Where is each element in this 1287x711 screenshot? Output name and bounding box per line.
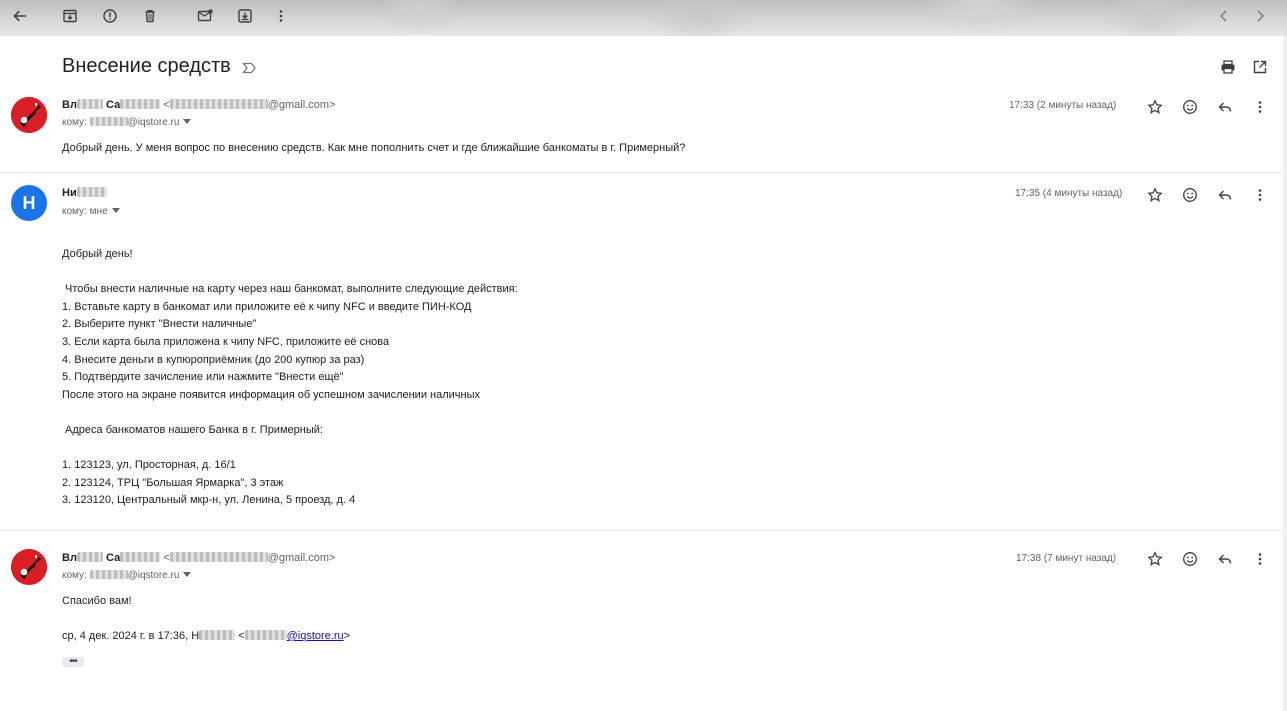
message-time: 17:33 (2 минуты назад) <box>1009 100 1117 111</box>
emoji-icon[interactable] <box>1181 550 1199 568</box>
to-domain: @iqstore.ru <box>127 570 180 581</box>
recipient-line[interactable]: кому: @iqstore.ru <box>62 117 192 128</box>
sender-name[interactable]: Вл Са < @gmail.com> <box>62 552 335 564</box>
sender-name[interactable]: Вл Са < @gmail.com> <box>62 99 335 111</box>
delete-icon[interactable] <box>139 5 161 27</box>
message-time: 17:38 (7 минут назад) <box>1016 553 1117 564</box>
to-domain: @iqstore.ru <box>127 117 180 128</box>
show-trimmed-content-button[interactable]: ••• <box>62 657 84 667</box>
quote-email-link[interactable]: @iqstore.ru <box>287 630 344 642</box>
emoji-icon[interactable] <box>1181 98 1199 116</box>
top-toolbar <box>0 0 1287 36</box>
divider <box>0 530 1287 531</box>
avatar[interactable] <box>11 549 47 585</box>
more-vert-icon[interactable] <box>270 5 292 27</box>
message-body: Добрый день! Чтобы внести наличные на ка… <box>62 248 518 507</box>
scrollbar[interactable] <box>1283 36 1287 711</box>
reply-icon[interactable] <box>1216 186 1234 204</box>
quote-header: ср, 4 дек. 2024 г. в 17:36, Н < @iqstore.… <box>62 628 350 646</box>
move-to-icon[interactable] <box>234 5 256 27</box>
sender-name-start: Вл <box>62 99 77 111</box>
prev-chevron-icon[interactable] <box>1213 5 1235 27</box>
message-actions <box>1146 550 1269 568</box>
report-spam-icon[interactable] <box>99 5 121 27</box>
print-icon[interactable] <box>1219 58 1237 76</box>
open-new-window-icon[interactable] <box>1251 58 1269 76</box>
sender-email-domain: @gmail.com> <box>267 552 336 564</box>
sender-name-start: Ни <box>62 187 77 199</box>
emoji-icon[interactable] <box>1181 186 1199 204</box>
more-vert-icon[interactable] <box>1251 186 1269 204</box>
subject-actions <box>1219 58 1269 76</box>
avatar[interactable] <box>11 97 47 133</box>
quote-prefix: ср, 4 дек. 2024 г. в 17:36, Н <box>62 630 200 642</box>
sender-email-open: < <box>160 99 170 111</box>
sender-email-open: < <box>160 552 170 564</box>
star-icon[interactable] <box>1146 98 1164 116</box>
mark-unread-icon[interactable] <box>194 5 216 27</box>
message-body: Добрый день. У меня вопрос по внесению с… <box>62 142 686 154</box>
to-label: кому: <box>62 570 90 581</box>
label-important-icon[interactable] <box>241 59 257 75</box>
sender-name-mid: Са <box>102 552 121 564</box>
chevron-down-icon[interactable] <box>183 572 192 577</box>
quote-close: > <box>343 630 351 642</box>
sender-name-start: Вл <box>62 552 77 564</box>
message-actions <box>1146 186 1269 204</box>
recipient-line[interactable]: кому: мне <box>62 206 120 217</box>
sender-name[interactable]: Ни <box>62 187 107 199</box>
star-icon[interactable] <box>1146 186 1164 204</box>
more-vert-icon[interactable] <box>1251 550 1269 568</box>
message-body: Спасибо вам! <box>62 595 132 607</box>
to-label: кому: мне <box>62 206 108 217</box>
avatar[interactable]: Н <box>11 185 47 221</box>
message-actions <box>1146 98 1269 116</box>
star-icon[interactable] <box>1146 550 1164 568</box>
sender-name-mid: Са <box>102 99 121 111</box>
back-arrow-icon[interactable] <box>9 5 31 27</box>
reply-icon[interactable] <box>1216 550 1234 568</box>
recipient-line[interactable]: кому: @iqstore.ru <box>62 570 192 581</box>
more-vert-icon[interactable] <box>1251 98 1269 116</box>
subject-title: Внесение средств <box>62 55 231 77</box>
chevron-down-icon[interactable] <box>111 208 120 213</box>
next-chevron-icon[interactable] <box>1249 5 1271 27</box>
reply-icon[interactable] <box>1216 98 1234 116</box>
sender-email-domain: @gmail.com> <box>267 99 336 111</box>
archive-icon[interactable] <box>59 5 81 27</box>
to-label: кому: <box>62 117 90 128</box>
chevron-down-icon[interactable] <box>183 119 192 124</box>
email-subject: Внесение средств <box>62 55 257 78</box>
message-time: 17:35 (4 минуты назад) <box>1015 188 1123 199</box>
quote-open: < <box>235 630 245 642</box>
divider <box>0 172 1287 173</box>
